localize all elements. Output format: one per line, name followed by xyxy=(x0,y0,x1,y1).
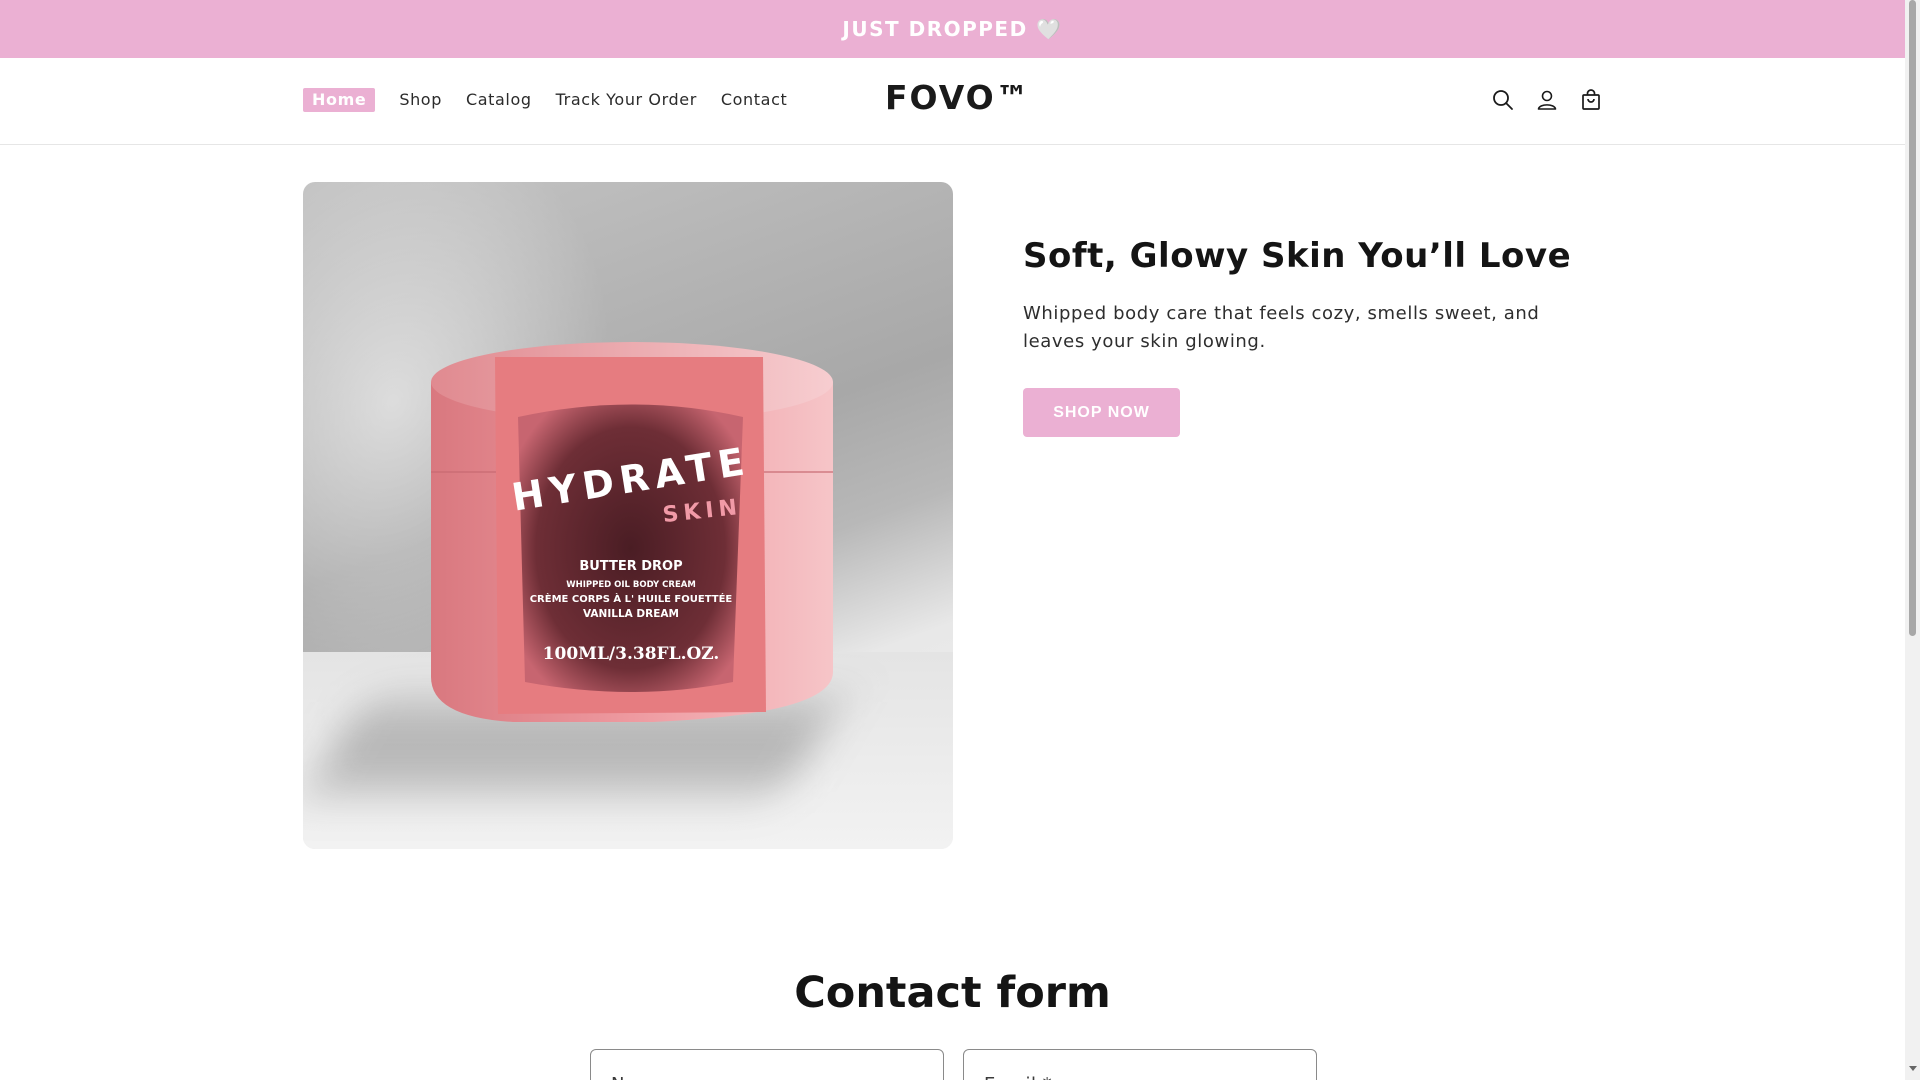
hero-title: Soft, Glowy Skin You’ll Love xyxy=(1023,236,1572,276)
hero-text: Soft, Glowy Skin You’ll Love Whipped bod… xyxy=(1023,236,1583,437)
cart-icon[interactable] xyxy=(1578,87,1604,113)
site-logo[interactable]: FOVO™ xyxy=(885,78,1031,117)
nav-shop[interactable]: Shop xyxy=(399,88,442,112)
label-desc-line2: CRÈME CORPS À L' HUILE FOUETTÉE xyxy=(530,592,733,605)
page-scrollbar[interactable] xyxy=(1905,0,1920,1080)
name-field[interactable] xyxy=(590,1049,944,1080)
announcement-bar: JUST DROPPED 🤍 xyxy=(0,0,1905,58)
search-icon[interactable] xyxy=(1490,87,1516,113)
label-desc-line1: WHIPPED OIL BODY CREAM xyxy=(566,580,696,590)
scroll-down-arrow[interactable] xyxy=(1909,1066,1917,1071)
nav-home[interactable]: Home xyxy=(303,88,376,112)
label-size: 100ML/3.38FL.OZ. xyxy=(543,644,720,664)
account-icon[interactable] xyxy=(1534,87,1560,113)
email-field[interactable] xyxy=(963,1049,1317,1080)
shop-now-button[interactable]: SHOP NOW xyxy=(1023,388,1180,437)
header-icons xyxy=(1490,87,1622,113)
nav-contact[interactable]: Contact xyxy=(721,88,787,112)
hero-product-image: HYDRATE SKIN BUTTER DROP WHIPPED OIL BOD… xyxy=(303,182,953,849)
nav-track-order[interactable]: Track Your Order xyxy=(556,88,697,112)
label-product-name: BUTTER DROP xyxy=(579,559,682,574)
main-nav: Home Shop Catalog Track Your Order Conta… xyxy=(303,88,811,112)
hero-subtitle: Whipped body care that feels cozy, smell… xyxy=(1023,303,1540,352)
jar-illustration: HYDRATE SKIN BUTTER DROP WHIPPED OIL BOD… xyxy=(431,342,833,722)
announcement-text: JUST DROPPED 🤍 xyxy=(842,17,1063,41)
site-header: Home Shop Catalog Track Your Order Conta… xyxy=(0,58,1905,145)
scrollbar-thumb[interactable] xyxy=(1909,0,1916,636)
nav-catalog[interactable]: Catalog xyxy=(466,88,532,112)
label-desc-line3: VANILLA DREAM xyxy=(583,608,679,620)
contact-form-title: Contact form xyxy=(794,968,1111,1018)
